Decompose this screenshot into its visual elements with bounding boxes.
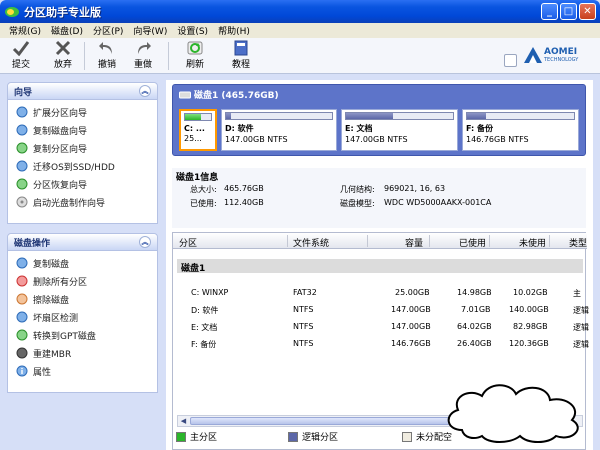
wizard-migrate-os[interactable]: 迁移OS到SSD/HDD	[8, 157, 157, 175]
undo-label: 撤销	[97, 60, 116, 70]
cloud-redaction	[447, 384, 579, 443]
col-unused[interactable]: 未使用	[519, 236, 546, 249]
col-capacity[interactable]: 容量	[405, 236, 423, 249]
disk-ops-panel-header[interactable]: 磁盘操作 ︽	[8, 234, 157, 251]
disk-used-size: 112.40GB	[224, 198, 264, 207]
book-icon	[234, 40, 248, 56]
wizard-bootable-media[interactable]: 启动光盘制作向导	[8, 193, 157, 211]
op-properties[interactable]: 属性	[8, 362, 157, 380]
table-header: 分区 文件系统 容量 已使用 未使用 类型	[173, 233, 587, 249]
op-copy-disk[interactable]: 复制磁盘	[8, 254, 157, 272]
col-partition[interactable]: 分区	[179, 236, 197, 249]
partition-e[interactable]: E: 文档 147.00GB NTFS	[341, 109, 458, 151]
legend-logical: 逻辑分区	[302, 433, 339, 443]
menu-help[interactable]: 帮助(H)	[213, 24, 255, 37]
convert-icon	[16, 329, 28, 341]
title-bar: 分区助手专业版 _ □ ✕	[0, 0, 600, 23]
menu-bar: 常规(G) 磁盘(D) 分区(P) 向导(W) 设置(S) 帮助(H)	[0, 23, 600, 38]
legend-primary: 主分区	[190, 433, 218, 443]
discard-button[interactable]: 放弃	[48, 40, 78, 72]
wizard-copy-disk[interactable]: 复制磁盘向导	[8, 121, 157, 139]
aomei-logo-icon	[524, 47, 542, 63]
copy-disk-icon	[16, 257, 28, 269]
wizard-panel-header[interactable]: 向导 ︽	[8, 83, 157, 100]
menu-disk[interactable]: 磁盘(D)	[46, 24, 88, 37]
disk-ops-panel-title: 磁盘操作	[14, 238, 51, 249]
redo-label: 重做	[133, 60, 152, 70]
tutorial-label: 教程	[231, 60, 250, 70]
partition-recovery-icon	[16, 178, 28, 190]
wipe-icon	[16, 293, 28, 305]
refresh-button[interactable]: 刷新	[180, 40, 210, 72]
checkbox[interactable]	[504, 54, 517, 67]
redo-button[interactable]: 重做	[128, 40, 158, 72]
disk-info: 磁盘1信息 总大小: 465.76GB 已使用: 112.40GB 几何结构: …	[172, 168, 586, 228]
close-button[interactable]: ✕	[579, 3, 596, 20]
wizard-panel-title: 向导	[14, 87, 33, 98]
window-title: 分区助手专业版	[24, 5, 101, 19]
menu-general[interactable]: 常规(G)	[4, 24, 46, 37]
disk-label: 磁盘1 (465.76GB)	[194, 91, 279, 101]
tutorial-button[interactable]: 教程	[226, 40, 256, 72]
op-delete-all-partitions[interactable]: 删除所有分区	[8, 272, 157, 290]
menu-partition[interactable]: 分区(P)	[88, 24, 128, 37]
undo-button[interactable]: 撤销	[92, 40, 122, 72]
table-row[interactable]: F: 备份 NTFS 146.76GB 26.40GB 120.36GB 逻辑	[173, 336, 589, 353]
disk-group-row[interactable]: 磁盘1	[177, 259, 583, 274]
op-rebuild-mbr[interactable]: 重建MBR	[8, 344, 157, 362]
extend-partition-icon	[16, 106, 28, 118]
refresh-icon	[187, 41, 203, 55]
collapse-icon[interactable]: ︽	[139, 236, 151, 248]
menu-wizard[interactable]: 向导(W)	[128, 24, 172, 37]
op-convert-gpt[interactable]: 转换到GPT磁盘	[8, 326, 157, 344]
checkmark-icon	[12, 41, 30, 56]
collapse-icon[interactable]: ︽	[139, 85, 151, 97]
apply-button[interactable]: 提交	[6, 40, 36, 72]
aomei-logo: AOMEI TECHNOLOGY	[522, 43, 592, 69]
disk-info-title: 磁盘1信息	[176, 173, 219, 183]
scroll-left-icon[interactable]: ◀	[178, 416, 189, 426]
maximize-button[interactable]: □	[560, 3, 577, 20]
undo-icon	[99, 42, 112, 54]
discard-label: 放弃	[53, 60, 72, 70]
col-type[interactable]: 类型	[569, 236, 587, 249]
table-row[interactable]: E: 文档 NTFS 147.00GB 64.02GB 82.98GB 逻辑	[173, 319, 589, 336]
col-used[interactable]: 已使用	[459, 236, 486, 249]
app-icon	[5, 5, 19, 19]
op-wipe-disk[interactable]: 擦除磁盘	[8, 290, 157, 308]
wizard-panel: 向导 ︽ 扩展分区向导 复制磁盘向导 复制分区向导 迁移OS到SSD/HDD 分…	[7, 82, 158, 224]
disk-model: WDC WD5000AAKX-001CA	[384, 198, 492, 207]
partition-f[interactable]: F: 备份 146.76GB NTFS	[462, 109, 579, 151]
delete-icon	[16, 275, 28, 287]
redo-icon	[138, 42, 151, 54]
copy-partition-icon	[16, 142, 28, 154]
bad-sector-icon	[16, 311, 28, 323]
table-row[interactable]: D: 软件 NTFS 147.00GB 7.01GB 140.00GB 逻辑	[173, 302, 589, 319]
refresh-label: 刷新	[185, 60, 204, 70]
disk-geometry: 969021, 16, 63	[384, 184, 446, 193]
wizard-copy-partition[interactable]: 复制分区向导	[8, 139, 157, 157]
menu-settings[interactable]: 设置(S)	[172, 24, 213, 37]
rebuild-mbr-icon	[16, 347, 28, 359]
disk-map[interactable]: 磁盘1 (465.76GB) C: ... 25... D: 软件 147.00…	[172, 84, 586, 156]
disk-total-size: 465.76GB	[224, 184, 264, 193]
partition-c[interactable]: C: ... 25...	[179, 109, 217, 151]
apply-label: 提交	[11, 60, 30, 70]
migrate-os-icon	[16, 160, 28, 172]
wizard-partition-recovery[interactable]: 分区恢复向导	[8, 175, 157, 193]
properties-icon	[16, 365, 28, 377]
wizard-extend-partition[interactable]: 扩展分区向导	[8, 103, 157, 121]
disk-icon	[179, 91, 191, 98]
partition-d[interactable]: D: 软件 147.00GB NTFS	[221, 109, 337, 151]
scrollbar-thumb[interactable]	[190, 417, 450, 425]
minimize-button[interactable]: _	[541, 3, 558, 20]
disk-ops-panel: 磁盘操作 ︽ 复制磁盘 删除所有分区 擦除磁盘 坏扇区检测 转换到GPT磁盘 重…	[7, 233, 158, 393]
bootable-media-icon	[16, 196, 28, 208]
op-bad-sector-check[interactable]: 坏扇区检测	[8, 308, 157, 326]
table-row[interactable]: C: WINXP FAT32 25.00GB 14.98GB 10.02GB 主	[173, 285, 587, 302]
copy-disk-icon	[16, 124, 28, 136]
cross-icon	[55, 40, 71, 56]
col-filesystem[interactable]: 文件系统	[293, 236, 329, 249]
